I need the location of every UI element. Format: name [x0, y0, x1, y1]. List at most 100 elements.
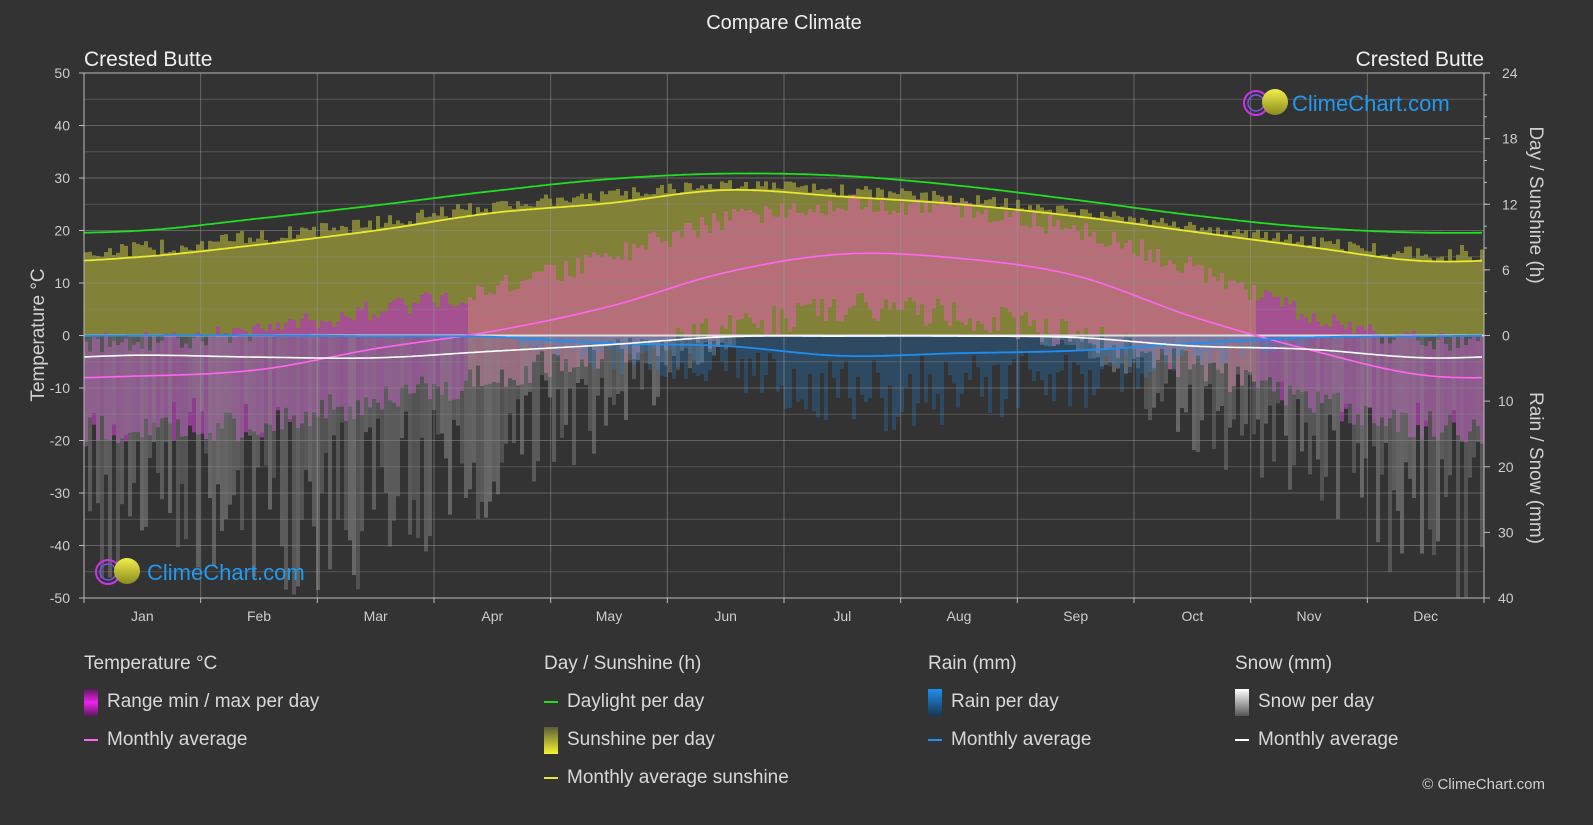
snow-bar — [1448, 335, 1452, 476]
sunshine-bar — [228, 241, 232, 336]
y-tick-label-sunshine: 24 — [1502, 65, 1518, 81]
rain-bar — [760, 335, 764, 393]
rain-swatch-icon — [928, 688, 942, 716]
snow-bar — [1332, 335, 1336, 431]
rain-bar — [572, 335, 576, 352]
snow-bar — [536, 335, 540, 462]
rain-bar — [1140, 335, 1144, 374]
temp-range-bar — [972, 217, 976, 331]
snow-bar — [120, 335, 124, 505]
rain-bar — [700, 335, 704, 375]
y-tick-label-temperature: -30 — [50, 485, 70, 501]
snow-bar — [1324, 335, 1328, 477]
x-tick-label-month: Jun — [714, 608, 737, 624]
snow-bar — [1416, 335, 1420, 403]
sunshine-bar — [148, 247, 152, 336]
snow-bar — [1424, 335, 1428, 421]
temp-range-bar — [1060, 229, 1064, 319]
sunshine-bar — [1476, 260, 1480, 336]
sunshine-bar — [104, 252, 108, 336]
temp-range-bar — [716, 221, 720, 348]
snow-bar — [160, 335, 164, 500]
snow-bar — [340, 335, 344, 423]
snow-bar — [1260, 335, 1264, 478]
rain-bar — [892, 335, 896, 430]
temp-range-bar — [768, 209, 772, 334]
snow-bar — [192, 335, 196, 398]
sunshine-bar — [1440, 256, 1444, 336]
rain-bar — [692, 335, 696, 374]
temp-range-bar — [1024, 225, 1028, 313]
rain-bar — [1152, 335, 1156, 371]
snow-bar — [304, 335, 308, 470]
snow-bar — [1384, 335, 1388, 444]
sunshine-bar — [164, 252, 168, 336]
temp-range-bar — [1052, 226, 1056, 347]
legend-snow: Snow (mm) Snow per day Monthly average — [1235, 652, 1398, 766]
snow-bar — [248, 335, 252, 436]
x-tick-label-month: Feb — [247, 608, 271, 624]
rain-bar — [832, 335, 836, 378]
snow-bar — [1436, 335, 1440, 542]
rain-bar — [988, 335, 992, 413]
snow-bar — [1348, 335, 1352, 424]
snow-bar — [288, 335, 292, 419]
watermark-text: ClimeChart.com — [1292, 91, 1450, 116]
rain-bar — [636, 335, 640, 362]
snow-bar — [152, 335, 156, 442]
snow-bar — [220, 335, 224, 532]
temp-range-bar — [856, 196, 860, 294]
snow-bar — [500, 335, 504, 463]
rain-bar — [924, 335, 928, 403]
sunshine-bar — [316, 236, 320, 336]
rain-bar — [964, 335, 968, 373]
rain-bar — [556, 335, 560, 357]
temp-range-bar — [928, 212, 932, 324]
snow-bar — [1476, 335, 1480, 443]
snow-bar — [1400, 335, 1404, 554]
rain-bar — [1204, 335, 1208, 354]
rain-bar — [784, 335, 788, 409]
x-tick-label-month: May — [596, 608, 622, 624]
sunshine-bar — [284, 238, 288, 336]
location-right: Crested Butte — [1356, 48, 1484, 71]
sunshine-bar — [1320, 237, 1324, 336]
temp-range-bar — [784, 217, 788, 319]
sunshine-bar — [1464, 251, 1468, 336]
temp-range-bar — [904, 215, 908, 301]
snow-bar — [332, 335, 336, 436]
snow-bar — [1308, 335, 1312, 475]
snow-bar — [1320, 335, 1324, 501]
sunshine-bar — [1368, 251, 1372, 336]
temp-range-bar — [880, 200, 884, 309]
sunshine-bar — [1328, 241, 1332, 336]
sunshine-bar — [128, 256, 132, 336]
rain-bar — [752, 335, 756, 376]
rain-bar — [816, 335, 820, 418]
sunshine-bar — [96, 255, 100, 336]
sunshine-bar — [312, 226, 316, 336]
rain-bar — [548, 335, 552, 343]
rain-bar — [796, 335, 800, 402]
y-tick-label-temperature: -20 — [50, 433, 70, 449]
snow-bar — [1284, 335, 1288, 436]
x-tick-label-month: Oct — [1181, 608, 1203, 624]
snow-bar — [564, 335, 568, 425]
temp-range-bar — [612, 259, 616, 344]
snow-bar — [184, 335, 188, 540]
sunshine-bar — [236, 233, 240, 336]
legend-item-snow-average: Monthly average — [1235, 728, 1398, 752]
temp-range-bar — [672, 231, 676, 339]
rain-bar — [864, 335, 868, 403]
legend-item-temp-average: Monthly average — [84, 728, 319, 752]
temp-range-bar — [884, 210, 888, 300]
y-tick-label-temperature: 30 — [54, 170, 70, 186]
temp-range-bar — [920, 212, 924, 304]
rain-bar — [528, 335, 532, 347]
sunshine-bar — [180, 245, 184, 336]
temp-range-bar — [864, 207, 868, 303]
sunshine-bar — [124, 245, 128, 336]
rain-bar — [596, 335, 600, 353]
legend-item-daylight: Daylight per day — [544, 690, 789, 714]
snow-bar — [1252, 335, 1256, 435]
